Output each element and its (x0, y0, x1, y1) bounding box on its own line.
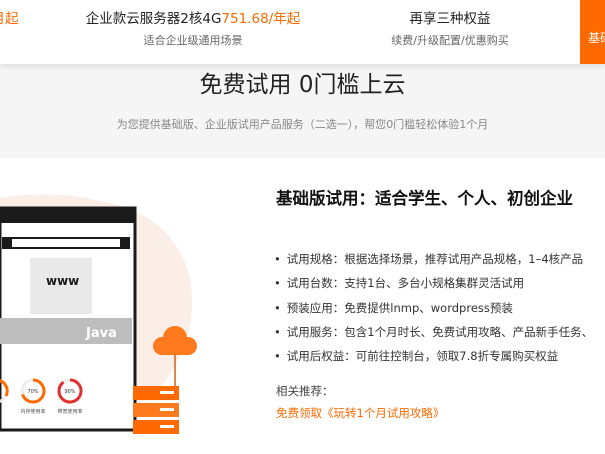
promo-item-3[interactable]: 再享三种权益 续费/升级配置/优惠购买 (360, 9, 540, 48)
page-title: 免费试用 0门槛上云 (199, 72, 406, 98)
promo-item-1-subtitle: 务 (0, 34, 48, 48)
recommend-label: 相关推荐： (276, 384, 334, 398)
promo-item-1-title: 个月起 (0, 11, 19, 27)
gauge-memory-label: 内存使用率 (20, 408, 45, 415)
server-stack-icon (133, 386, 179, 434)
promo-item-2-subtitle: 适合企业级通用场景 (143, 34, 243, 47)
plan-title: 基础版试用：适合学生、个人、初创企业 (276, 189, 573, 208)
promo-cta-button[interactable]: 基础 (580, 0, 605, 64)
www-label: www (46, 274, 79, 288)
feature-item: 试用服务：包含1个月时长、免费试用攻略、产品新手任务、 (274, 320, 593, 344)
feature-list: 试用规格：根据选择场景，推荐试用产品规格，1–4核产品 试用台数：支持1台、多台… (274, 247, 593, 368)
promo-item-1[interactable]: 个月起 务 (0, 9, 48, 48)
promo-item-3-subtitle: 续费/升级配置/优惠购买 (391, 34, 509, 47)
gauge-bandwidth-label: 带宽使用率 (57, 408, 82, 415)
feature-item: 预装应用：免费提供lnmp、wordpress预装 (274, 296, 593, 320)
trial-plan-card: www Java 70% 内存使用率 90% 带宽使用率 基础版试用：适合学生、… (0, 158, 605, 454)
gauge-memory-value: 70% (27, 389, 38, 395)
java-label: Java (85, 326, 117, 341)
feature-item: 试用后权益：可前往控制台，领取7.8折专属购买权益 (274, 344, 593, 368)
recommend-link[interactable]: 免费领取《玩转1个月试用攻略》 (276, 405, 444, 421)
promo-item-2[interactable]: 企业款云服务器2核4G751.68/年起 适合企业级通用场景 (78, 9, 308, 48)
promo-strip: 个月起 务 企业款云服务器2核4G751.68/年起 适合企业级通用场景 再享三… (0, 0, 605, 64)
promo-item-2-title: 企业款云服务器2核4G751.68/年起 (85, 11, 301, 27)
gauge-bandwidth-value: 90% (64, 389, 75, 395)
promo-item-3-title: 再享三种权益 (409, 11, 491, 27)
page-subtitle: 为您提供基础版、企业版试用产品服务（二选一），帮您0门槛轻松体验1个月 (116, 118, 489, 131)
feature-item: 试用台数：支持1台、多台小规格集群灵活试用 (274, 271, 593, 295)
promo-price: 751.68/年起 (221, 11, 301, 27)
feature-item: 试用规格：根据选择场景，推荐试用产品规格，1–4核产品 (274, 247, 593, 271)
server-illustration: www Java 70% 内存使用率 90% 带宽使用率 (0, 194, 197, 434)
